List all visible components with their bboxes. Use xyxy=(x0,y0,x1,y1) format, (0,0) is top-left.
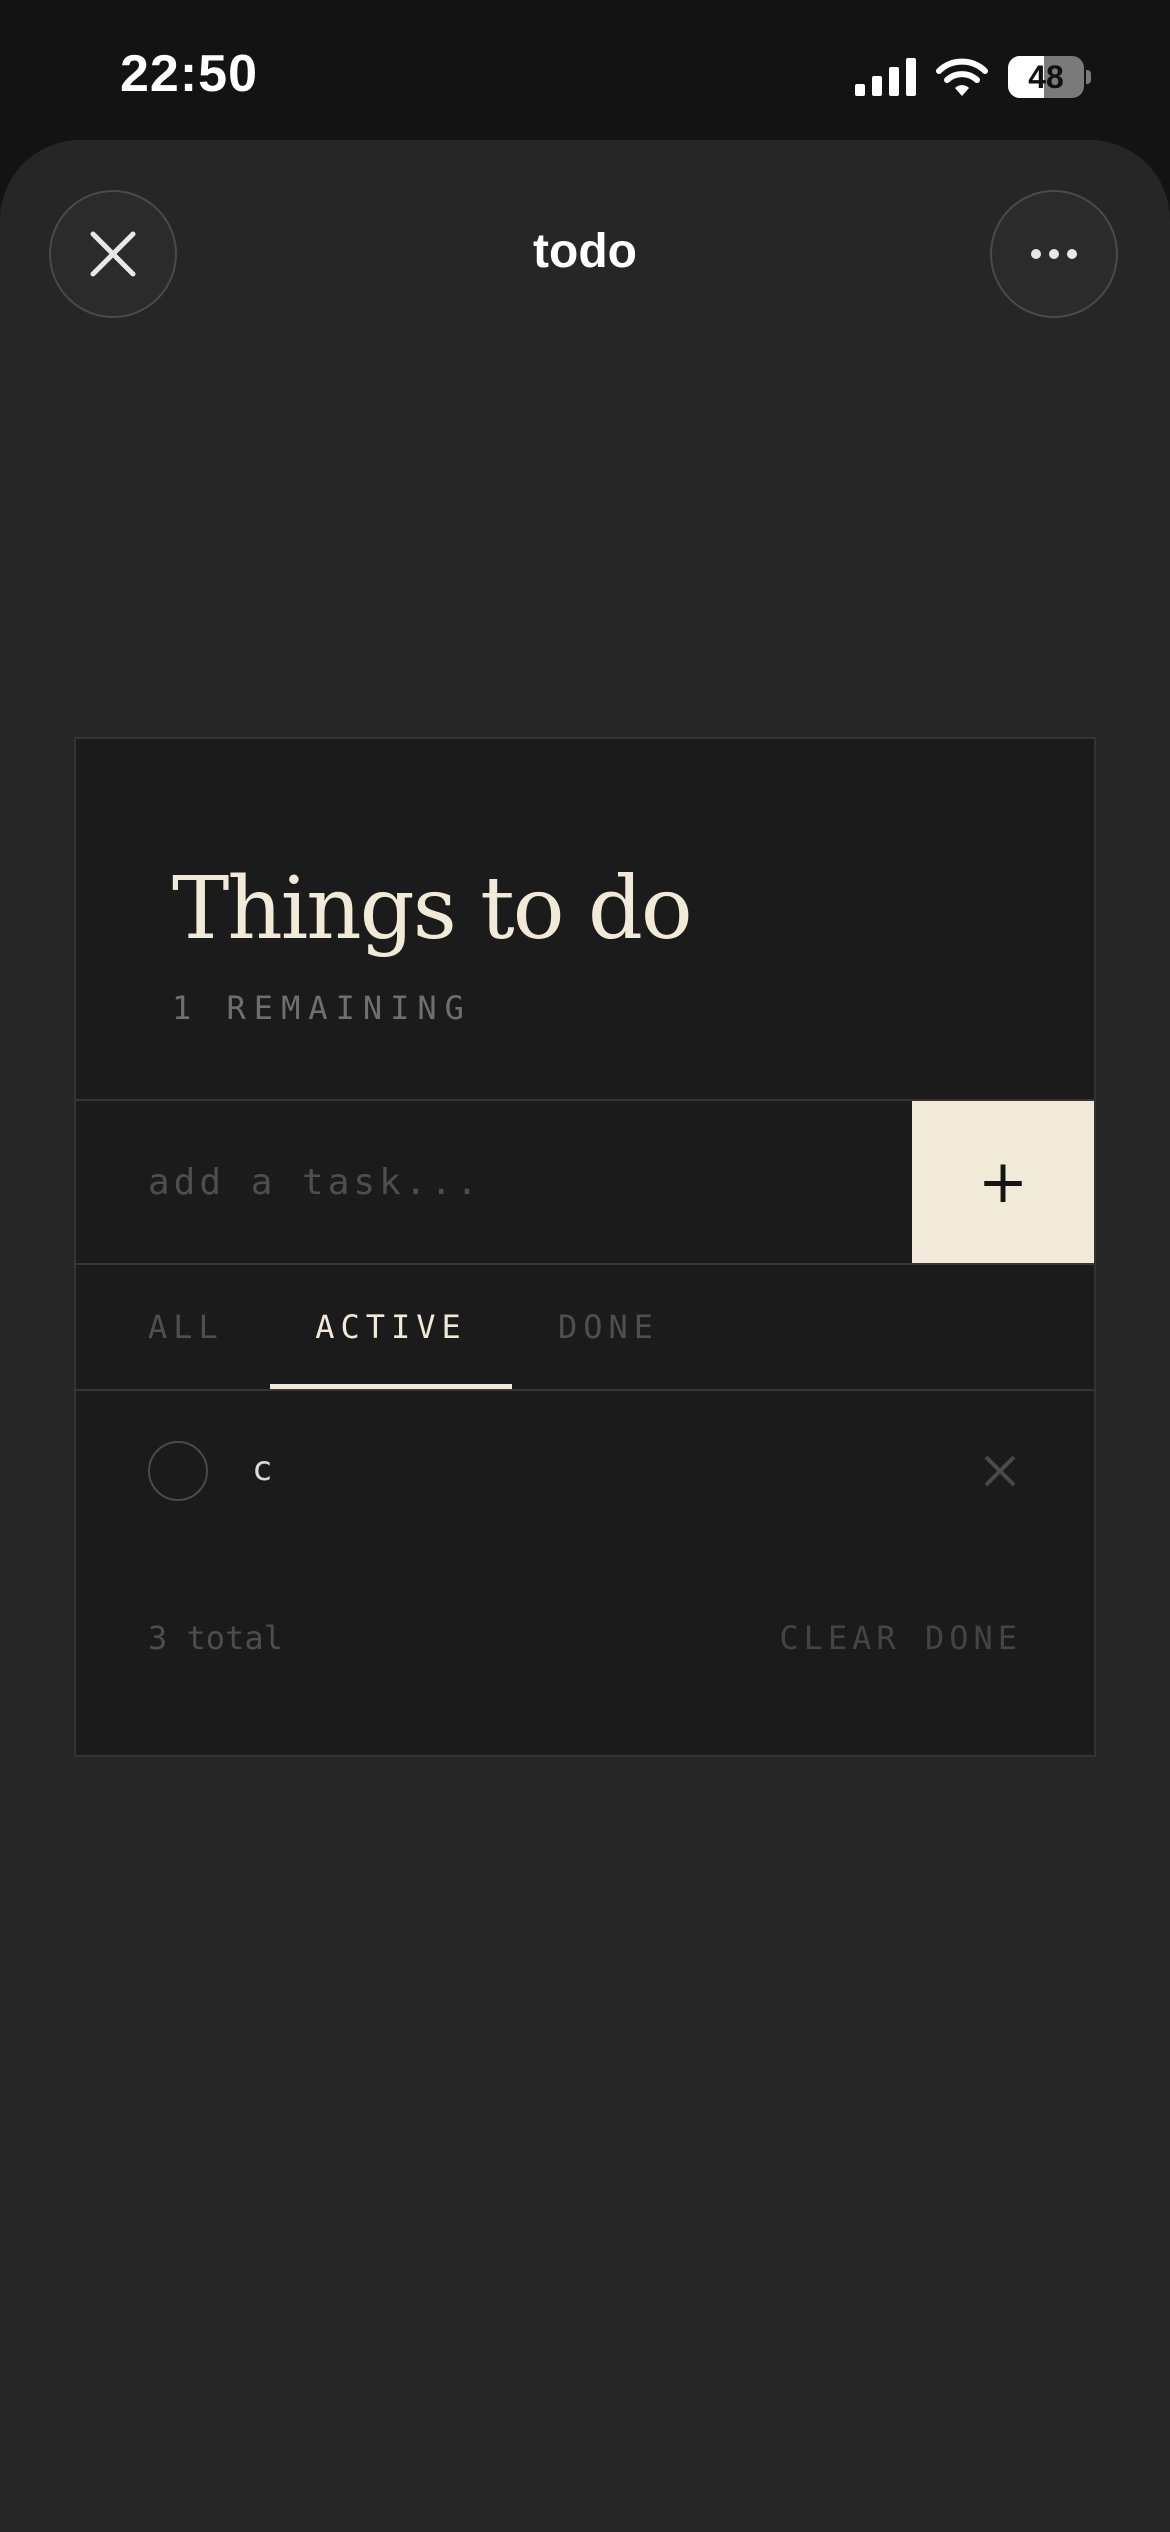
cellular-signal-icon xyxy=(855,58,916,96)
status-time: 22:50 xyxy=(120,45,258,103)
todo-card: Things to do 1 REMAINING + ALL ACTIVE DO… xyxy=(74,737,1096,1757)
close-icon xyxy=(984,1455,1016,1487)
clear-done-button[interactable]: CLEAR DONE xyxy=(779,1619,1022,1657)
status-bar: 22:50 48 xyxy=(0,0,1170,140)
battery-level: 48 xyxy=(1028,59,1064,95)
more-options-button[interactable] xyxy=(990,190,1118,318)
task-checkbox[interactable] xyxy=(148,1441,208,1501)
task-text: c xyxy=(252,1449,273,1489)
total-count: 3 total xyxy=(148,1619,283,1657)
more-icon xyxy=(1031,249,1077,259)
wifi-icon xyxy=(936,58,988,96)
tab-done[interactable]: DONE xyxy=(558,1265,659,1389)
remaining-count: 1 REMAINING xyxy=(172,989,472,1027)
add-task-input[interactable] xyxy=(76,1101,912,1263)
tab-all[interactable]: ALL xyxy=(148,1265,224,1389)
battery-icon: 48 xyxy=(1008,56,1091,98)
delete-task-button[interactable] xyxy=(976,1447,1024,1495)
list-item: c xyxy=(76,1391,1094,1551)
add-task-button[interactable]: + xyxy=(912,1101,1094,1263)
battery-cap xyxy=(1086,70,1091,84)
tab-active[interactable]: ACTIVE xyxy=(270,1265,512,1389)
page-title: Things to do xyxy=(172,859,693,959)
battery-body: 48 xyxy=(1008,56,1084,98)
